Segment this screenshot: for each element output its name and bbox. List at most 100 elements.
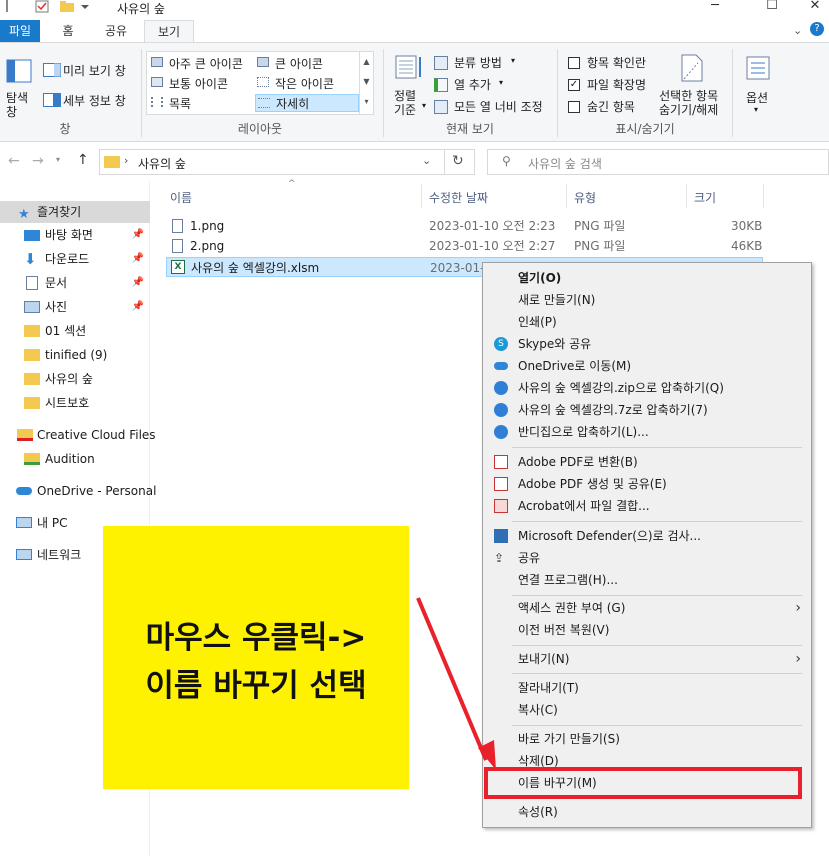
- scroll-down-icon[interactable]: ▼: [360, 72, 373, 92]
- menu-restore-versions[interactable]: 이전 버전 복원(V): [483, 619, 811, 641]
- help-icon[interactable]: ?: [810, 22, 824, 36]
- checkbox-checked[interactable]: ✓: [568, 79, 580, 91]
- expand-icon[interactable]: ▾: [360, 92, 373, 112]
- menu-cut[interactable]: 잘라내기(T): [483, 677, 811, 699]
- nav-label: 사유의 숲: [45, 372, 93, 386]
- address-dropdown-icon[interactable]: ⌄: [422, 154, 431, 167]
- nav-item-folder[interactable]: tinified (9): [0, 344, 150, 366]
- nav-onedrive[interactable]: OneDrive - Personal: [0, 480, 156, 502]
- recent-locations-icon[interactable]: ▾: [56, 155, 60, 164]
- bandizip-icon: [494, 425, 508, 439]
- menu-share[interactable]: ⇪ 공유: [483, 547, 811, 569]
- menu-adobe-pdf[interactable]: Adobe PDF로 변환(B): [483, 451, 811, 473]
- close-button[interactable]: ✕: [800, 0, 829, 16]
- menu-open[interactable]: 열기(O): [483, 267, 811, 289]
- address-row: ← → ▾ ↑ › 사유의 숲 ⌄ ↻ ⚲ 사유의 숲 검색: [0, 143, 829, 179]
- add-column-button[interactable]: 열 추가 ▾: [434, 75, 544, 95]
- gallery-scroll[interactable]: ▲ ▼ ▾: [359, 52, 373, 114]
- refresh-icon[interactable]: ↻: [452, 153, 464, 169]
- skype-icon: S: [494, 337, 508, 351]
- menu-label: 바로 가기 만들기(S): [518, 732, 620, 746]
- nav-item-folder[interactable]: 사유의 숲: [0, 368, 150, 390]
- menu-adobe-pdf-share[interactable]: Adobe PDF 생성 및 공유(E): [483, 473, 811, 495]
- maximize-button[interactable]: ☐: [757, 0, 787, 16]
- context-menu: 열기(O) 새로 만들기(N) 인쇄(P) S Skype와 공유 OneDri…: [482, 262, 812, 828]
- address-path[interactable]: 사유의 숲: [138, 155, 186, 172]
- details-pane-button[interactable]: 세부 정보 창: [41, 89, 136, 111]
- menu-defender-scan[interactable]: Microsoft Defender(으)로 검사...: [483, 525, 811, 547]
- layout-extra-large-icons[interactable]: 아주 큰 아이콘: [149, 54, 253, 72]
- group-by-button[interactable]: 분류 방법 ▾: [434, 53, 544, 73]
- menu-copy[interactable]: 복사(C): [483, 699, 811, 721]
- layout-list[interactable]: 목록: [149, 94, 253, 112]
- menu-onedrive-move[interactable]: OneDrive로 이동(M): [483, 355, 811, 377]
- hidden-items-toggle[interactable]: 숨긴 항목: [566, 97, 656, 117]
- nav-item-documents[interactable]: 문서 📌: [0, 272, 150, 294]
- column-header-date[interactable]: 수정한 날짜: [429, 189, 488, 206]
- preview-pane-button[interactable]: 미리 보기 창: [41, 59, 136, 81]
- nav-item-folder[interactable]: 01 섹션: [0, 320, 150, 342]
- menu-7z[interactable]: 사유의 숲 엑셀강의.7z로 압축하기(7): [483, 399, 811, 421]
- nav-item-downloads[interactable]: ⬇ 다운로드 📌: [0, 248, 150, 270]
- fit-columns-button[interactable]: 모든 열 너비 조정: [434, 97, 554, 117]
- folder-icon: [24, 349, 40, 361]
- nav-item-pictures[interactable]: 사진 📌: [0, 296, 150, 318]
- chevron-down-icon[interactable]: ⌄: [793, 24, 802, 37]
- menu-give-access[interactable]: 액세스 권한 부여 (G) ›: [483, 597, 811, 619]
- layout-large-icons[interactable]: 큰 아이콘: [255, 54, 359, 72]
- file-extensions-toggle[interactable]: ✓ 파일 확장명: [566, 75, 656, 95]
- menu-create-shortcut[interactable]: 바로 가기 만들기(S): [483, 728, 811, 750]
- item-checkboxes-toggle[interactable]: 항목 확인란: [566, 53, 656, 73]
- menu-bandizip[interactable]: 반디집으로 압축하기(L)...: [483, 421, 811, 443]
- menu-label: 보내기(N): [518, 652, 570, 666]
- layout-small-icons[interactable]: 작은 아이콘: [255, 74, 359, 92]
- checkbox-unchecked[interactable]: [568, 57, 580, 69]
- column-header-name[interactable]: 이름: [170, 189, 192, 206]
- tab-file[interactable]: 파일: [0, 20, 40, 43]
- options-button[interactable]: 옵션 ▾: [738, 49, 778, 121]
- menu-label: 액세스 권한 부여 (G): [518, 601, 626, 615]
- menu-print[interactable]: 인쇄(P): [483, 311, 811, 333]
- nav-pane-button[interactable]: 탐색 창: [2, 47, 36, 121]
- column-header-type[interactable]: 유형: [574, 189, 596, 206]
- hide-selected-button[interactable]: 선택한 항목 숨기기/해제: [656, 49, 726, 121]
- tab-home[interactable]: 홈: [52, 20, 84, 43]
- tab-view[interactable]: 보기: [144, 20, 194, 43]
- menu-send-to[interactable]: 보내기(N) ›: [483, 648, 811, 670]
- table-row[interactable]: 1.png 2023-01-10 오전 2:23 PNG 파일 30KB: [166, 216, 763, 236]
- sort-ascending-icon: ^: [288, 179, 296, 189]
- excel-file-icon: X: [171, 260, 185, 274]
- layout-medium-icons[interactable]: 보통 아이콘: [149, 74, 253, 92]
- layout-details[interactable]: 자세히: [255, 94, 359, 112]
- menu-properties[interactable]: 속성(R): [483, 801, 811, 823]
- checkbox-unchecked[interactable]: [568, 101, 580, 113]
- tab-share[interactable]: 공유: [96, 20, 136, 43]
- sort-icon: [395, 55, 421, 79]
- table-row[interactable]: 2.png 2023-01-10 오전 2:27 PNG 파일 46KB: [166, 236, 763, 256]
- search-placeholder[interactable]: 사유의 숲 검색: [528, 155, 602, 172]
- nav-label: 즐겨찾기: [37, 205, 82, 219]
- scroll-up-icon[interactable]: ▲: [360, 52, 373, 72]
- menu-zip[interactable]: 사유의 숲 엑셀강의.zip으로 압축하기(Q): [483, 377, 811, 399]
- nav-item-desktop[interactable]: 바탕 화면 📌: [0, 224, 150, 246]
- nav-audition[interactable]: Audition: [0, 448, 150, 470]
- menu-skype-share[interactable]: S Skype와 공유: [483, 333, 811, 355]
- address-bar[interactable]: › 사유의 숲 ⌄ ↻: [99, 149, 475, 175]
- up-icon[interactable]: ↑: [77, 152, 89, 168]
- search-box[interactable]: ⚲ 사유의 숲 검색: [487, 149, 829, 175]
- back-icon[interactable]: ←: [8, 153, 20, 169]
- menu-open-with[interactable]: 연결 프로그램(H)...: [483, 569, 811, 591]
- nav-item-folder[interactable]: 시트보호: [0, 392, 150, 414]
- minimize-button[interactable]: ─: [700, 0, 730, 16]
- breadcrumb-chevron-icon[interactable]: ›: [124, 154, 128, 167]
- nav-creative-cloud[interactable]: Creative Cloud Files: [0, 424, 156, 446]
- menu-new[interactable]: 새로 만들기(N): [483, 289, 811, 311]
- nav-quick-access[interactable]: ★ 즐겨찾기: [0, 201, 150, 223]
- list-icon: [151, 97, 163, 107]
- quick-access-toolbar[interactable]: [6, 0, 89, 16]
- column-header-size[interactable]: 크기: [694, 189, 716, 206]
- menu-acrobat-combine[interactable]: Acrobat에서 파일 결합...: [483, 495, 811, 517]
- menu-label: 속성(R): [518, 805, 558, 819]
- forward-icon[interactable]: →: [32, 153, 44, 169]
- sort-by-button[interactable]: 정렬 기준 ▾: [390, 49, 430, 121]
